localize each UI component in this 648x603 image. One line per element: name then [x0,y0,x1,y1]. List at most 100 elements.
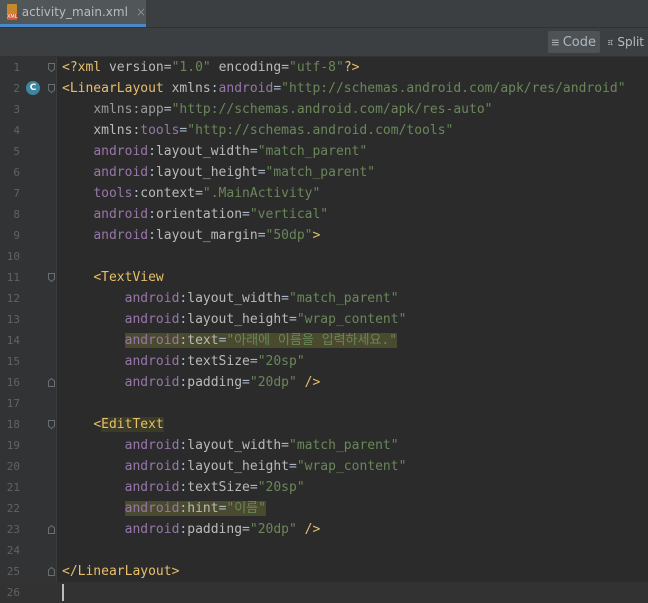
code-line[interactable]: 6 android:layout_height="match_parent" [0,162,648,183]
line-number: 18 [6,418,20,431]
code-line[interactable]: 9 android:layout_margin="50dp"> [0,225,648,246]
code-token: text [187,333,219,348]
code-line[interactable]: 10 [0,246,648,267]
code-line[interactable]: 19 android:layout_width="match_parent" [0,435,648,456]
code-editor[interactable]: 1 <?xml version="1.0" encoding="utf-8"?> 2… [0,57,648,603]
code-line[interactable]: 11 <TextView [0,267,648,288]
code-token: : [148,144,156,159]
split-view-label: Split [617,35,644,49]
code-token: android [93,165,149,180]
code-text: <TextView [62,267,164,288]
fold-icon[interactable] [48,63,55,72]
code-line[interactable]: 20 android:layout_height="wrap_content" [0,456,648,477]
code-token: /> [304,522,321,537]
tab-activity-main[interactable]: XML activity_main.xml × [0,0,146,27]
code-line[interactable]: 15 android:textSize="20sp" [0,351,648,372]
code-token: = [163,102,172,117]
code-token: "아래에 이름을 입력하세요." [226,333,398,348]
code-token: "http://schemas.android.com/tools" [187,123,454,138]
code-token: android [124,480,180,495]
code-token: "20dp" [249,375,297,390]
code-line[interactable]: 13 android:layout_height="wrap_content" [0,309,648,330]
code-token: ?> [343,60,360,75]
code-line[interactable]: 8 android:orientation="vertical" [0,204,648,225]
class-badge-icon[interactable]: C [26,81,40,95]
code-token: "이름" [226,501,266,516]
line-number: 10 [6,250,20,263]
fold-icon[interactable] [48,273,55,282]
code-token: padding [187,522,243,537]
split-view-icon [608,39,614,45]
code-line[interactable]: 2 C <LinearLayout xmlns:android="http://sc… [0,78,648,99]
code-token: "20sp" [257,354,305,369]
code-token: = [289,459,297,474]
line-number: 3 [13,103,20,116]
line-number: 4 [13,124,20,137]
code-token: "20dp" [249,522,297,537]
code-line[interactable]: 21 android:textSize="20sp" [0,477,648,498]
code-token: "wrap_content" [296,459,407,474]
close-icon[interactable]: × [136,5,146,19]
code-token: = [289,312,297,327]
code-token: < [93,270,102,285]
line-number: 21 [6,481,20,494]
code-line[interactable]: 14 android:text="아래에 이름을 입력하세요." [0,330,648,351]
code-token: = [249,144,258,159]
split-view-button[interactable]: Split [604,31,648,53]
code-text: android:layout_width="match_parent" [62,288,399,309]
code-line[interactable]: 12 android:layout_width="match_parent" [0,288,648,309]
code-line[interactable]: 7 tools:context=".MainActivity" [0,183,648,204]
editor-tab-bar: XML activity_main.xml × [0,0,648,28]
code-token: TextView [101,270,164,285]
code-line[interactable]: 3 xmlns:app="http://schemas.android.com/… [0,99,648,120]
code-line[interactable]: 16 android:padding="20dp" /> [0,372,648,393]
code-token: > [312,228,321,243]
editor-toolbar: Code Split [0,28,648,57]
code-line[interactable]: 5 android:layout_width="match_parent" [0,141,648,162]
code-token: "wrap_content" [296,312,407,327]
code-view-button[interactable]: Code [548,31,600,53]
code-token: = [281,60,290,75]
code-token: : [210,81,219,96]
fold-icon[interactable] [48,84,55,93]
code-line[interactable]: 23 android:padding="20dp" /> [0,519,648,540]
code-token: /> [304,375,321,390]
code-token: : [148,207,156,222]
code-token: android [124,312,180,327]
code-line[interactable]: 4 xmlns:tools="http://schemas.android.co… [0,120,648,141]
fold-icon[interactable] [48,378,55,387]
fold-icon[interactable] [48,525,55,534]
fold-icon[interactable] [48,420,55,429]
code-token: > [171,564,180,579]
code-line[interactable]: 17 [0,393,648,414]
line-number: 22 [6,502,20,515]
code-view-icon [552,39,559,45]
code-line[interactable]: 22 android:hint="이름" [0,498,648,519]
line-number: 2 [13,82,20,95]
line-number: 16 [6,376,20,389]
code-token: xmlns:app [93,102,164,117]
code-token: "match_parent" [289,291,399,306]
code-token: = [242,207,250,222]
line-number: 25 [6,565,20,578]
fold-icon[interactable] [48,567,55,576]
code-token: padding [187,375,243,390]
code-token: tools [140,123,180,138]
code-token: android [124,291,180,306]
code-text: android:text="아래에 이름을 입력하세요." [62,330,398,351]
code-token: layout_margin [155,228,258,243]
code-line[interactable]: 25 </LinearLayout> [0,561,648,582]
code-line[interactable]: 24 [0,540,648,561]
code-token: = [281,291,289,306]
code-line[interactable]: 18 <EditText [0,414,648,435]
code-line[interactable]: 26 [0,582,648,603]
code-text: android:layout_height="wrap_content" [62,456,407,477]
code-line[interactable]: 1 <?xml version="1.0" encoding="utf-8"?> [0,57,648,78]
code-token: textSize [187,480,250,495]
